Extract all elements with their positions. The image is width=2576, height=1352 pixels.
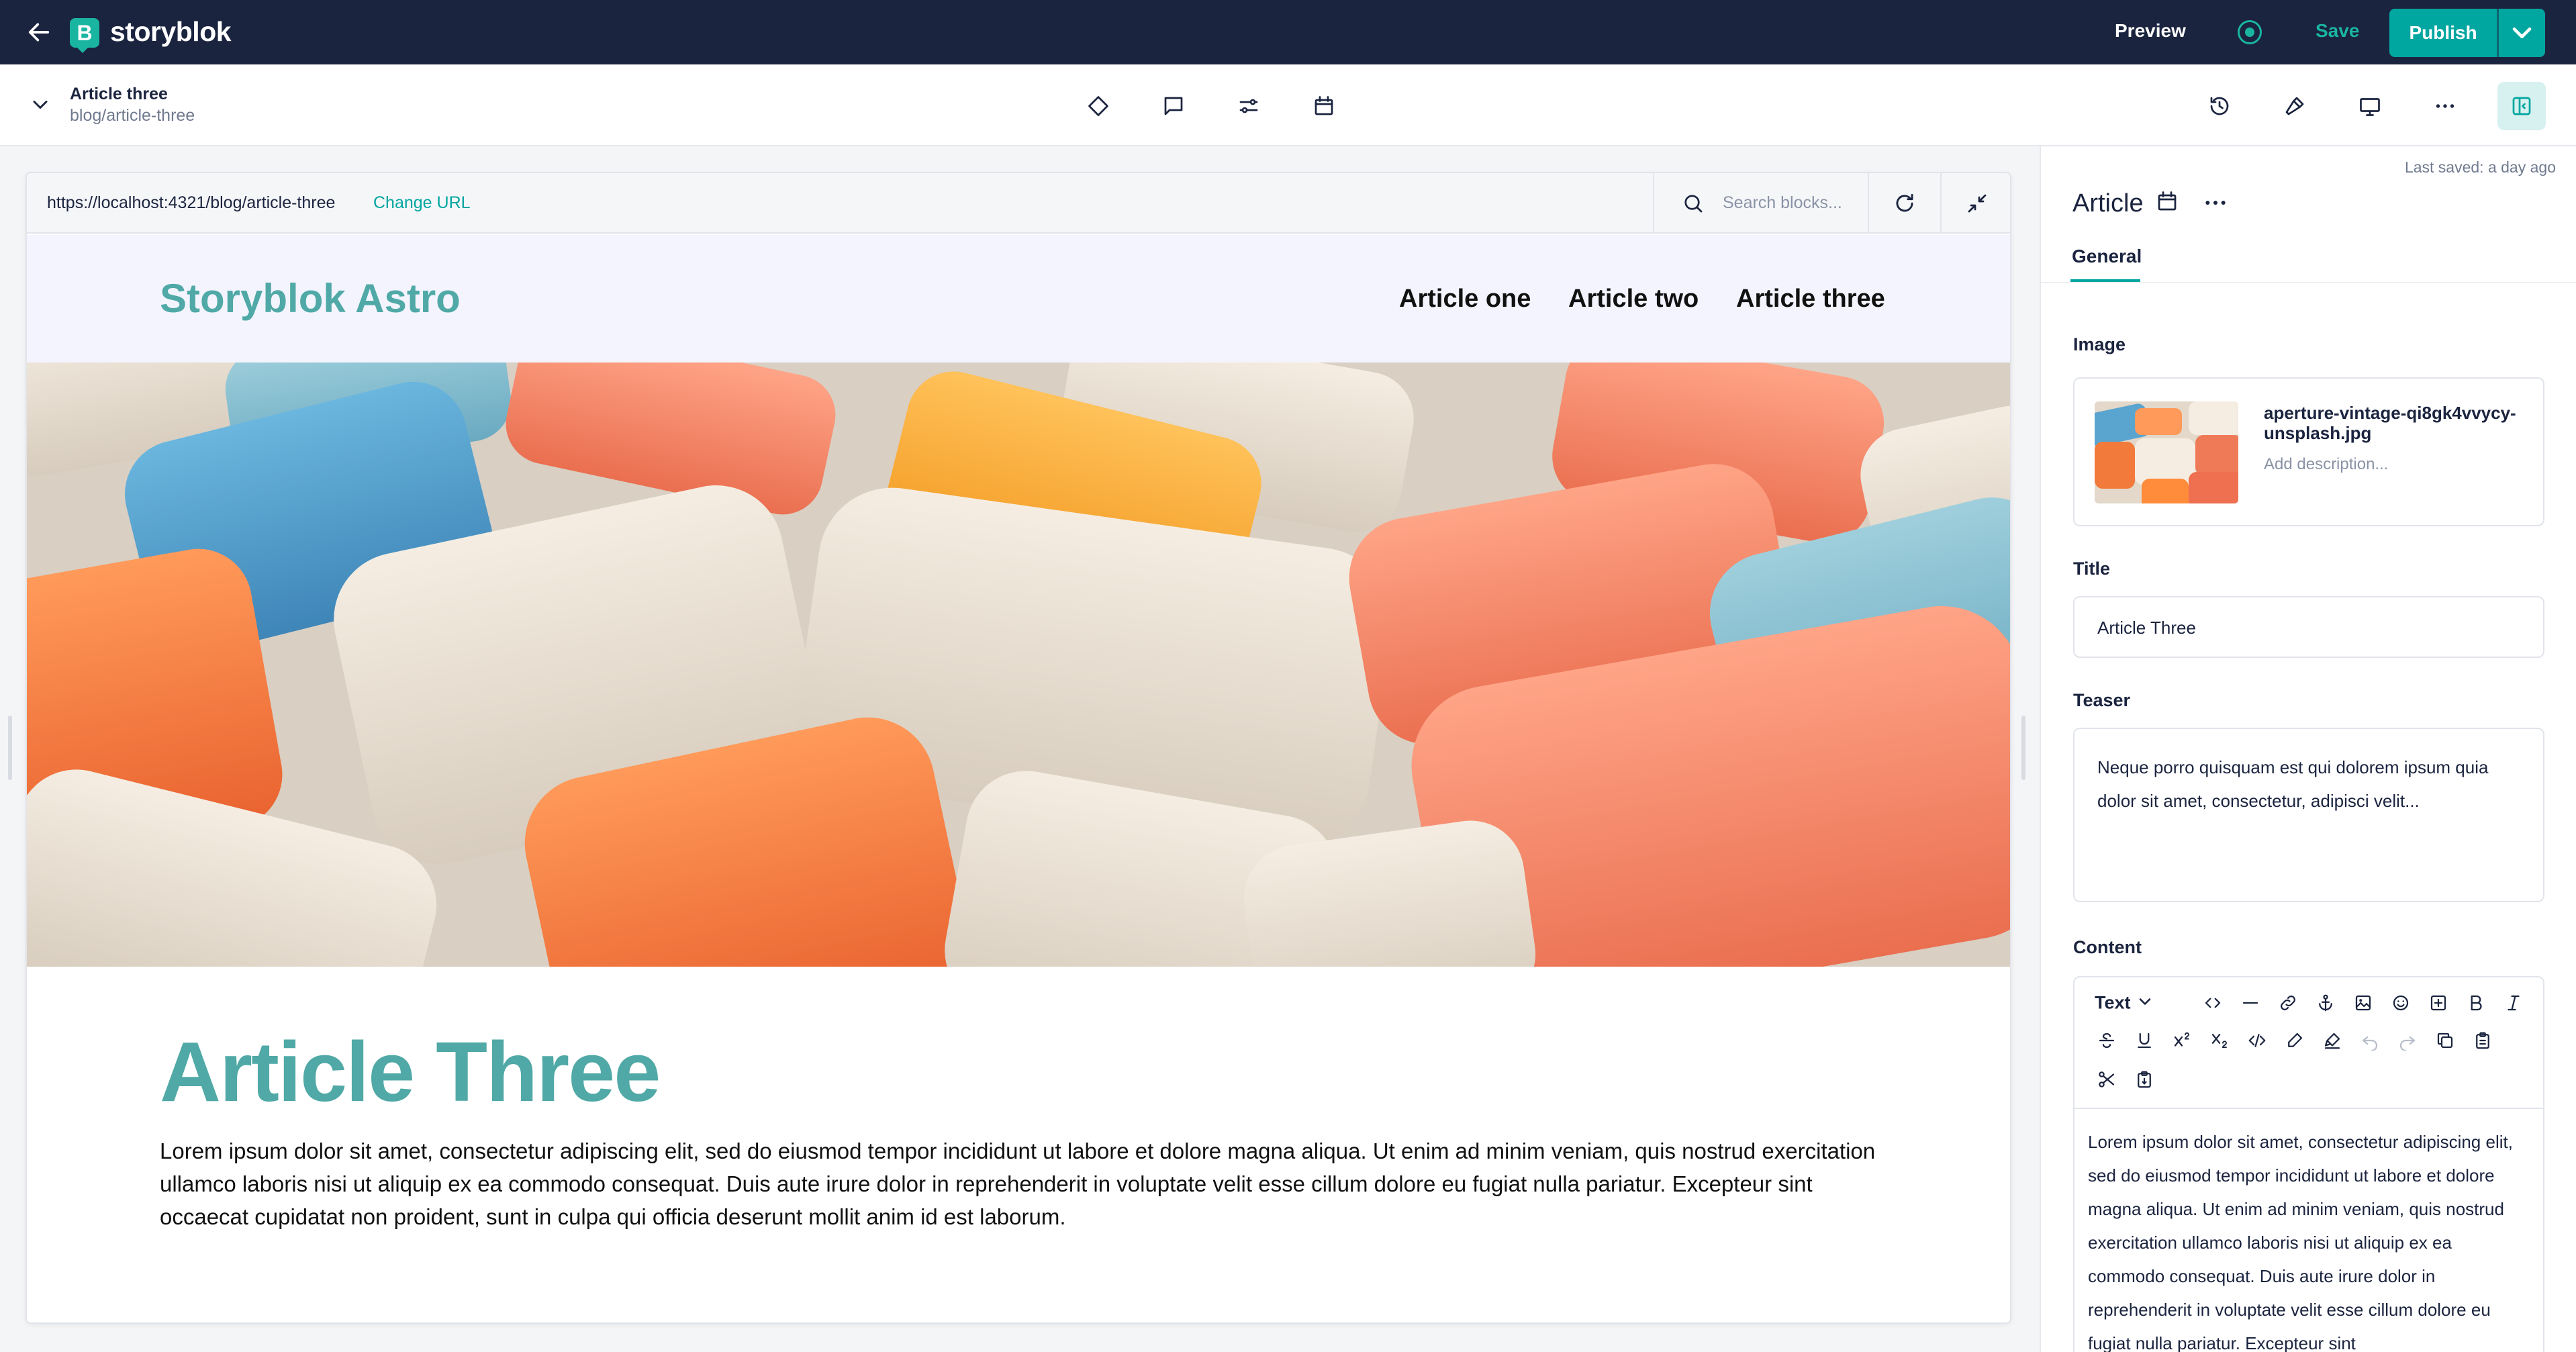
hero-image [27, 363, 2010, 967]
content-editor-panel: Last saved: a day ago Article General Im… [2040, 146, 2576, 1352]
change-url-link[interactable]: Change URL [373, 193, 471, 213]
image-asset-card[interactable]: aperture-vintage-qi8gk4vvycy-unsplash.jp… [2073, 377, 2544, 526]
underline-icon[interactable] [2132, 1028, 2156, 1053]
article-body: Lorem ipsum dolor sit amet, consectetur … [160, 1139, 1876, 1229]
schedule-calendar-icon[interactable] [2155, 189, 2179, 213]
text-style-dropdown[interactable]: Text [2095, 992, 2154, 1016]
tab-general[interactable]: General [2072, 246, 2142, 267]
italic-icon[interactable] [2501, 991, 2526, 1015]
comment-icon[interactable] [1157, 90, 1190, 122]
color-pen-icon[interactable] [2283, 1028, 2307, 1053]
title-field-label: Title [2073, 559, 2111, 579]
richtext-content[interactable]: Lorem ipsum dolor sit amet, consectetur … [2088, 1125, 2531, 1352]
code-block-icon[interactable] [2201, 991, 2225, 1015]
chevron-down-icon [2136, 992, 2154, 1016]
search-icon [1681, 191, 1705, 215]
search-blocks-field[interactable]: Search blocks... [1653, 173, 1868, 234]
undo-icon[interactable] [2358, 1028, 2382, 1053]
paste-plain-icon[interactable] [2132, 1067, 2156, 1092]
nav-article-one[interactable]: Article one [1399, 285, 1531, 313]
richtext-toolbar: Text [2074, 977, 2543, 1109]
paste-icon[interactable] [2471, 1028, 2495, 1053]
text-style-label: Text [2095, 992, 2131, 1013]
publish-options-chevron-icon[interactable] [2499, 9, 2545, 57]
site-header: Storyblok Astro Article one Article two … [27, 235, 2010, 363]
search-blocks-placeholder: Search blocks... [1723, 193, 1842, 212]
content-field-label: Content [2073, 937, 2142, 957]
anchor-icon[interactable] [2313, 991, 2338, 1015]
resize-handle-left[interactable] [8, 716, 12, 780]
storyblok-logo-icon: B [70, 18, 99, 53]
image-field-label: Image [2073, 334, 2126, 354]
settings-sliders-icon[interactable] [1233, 90, 1265, 122]
teaser-field-label: Teaser [2073, 690, 2131, 710]
teaser-textarea[interactable]: Neque porro quisquam est qui dolorem ips… [2073, 728, 2544, 902]
tab-divider [2041, 282, 2576, 283]
strikethrough-icon[interactable] [2095, 1028, 2119, 1053]
article-title: Article Three [160, 1024, 661, 1119]
back-arrow-icon[interactable] [26, 19, 52, 46]
highlight-icon[interactable] [2320, 1028, 2344, 1053]
desktop-icon[interactable] [2354, 90, 2386, 122]
brand-name: storyblok [110, 16, 232, 47]
emoji-icon[interactable] [2389, 991, 2413, 1015]
horizontal-rule-icon[interactable] [2238, 991, 2262, 1015]
title-input[interactable]: Article Three [2073, 596, 2544, 658]
image-thumbnail [2095, 401, 2238, 503]
resize-handle-right[interactable] [2021, 716, 2025, 780]
save-button[interactable]: Save [2316, 20, 2359, 42]
visual-preview: https://localhost:4321/blog/article-thre… [26, 172, 2011, 1324]
richtext-editor: Text Lorem ipsum dolor sit amet, consect… [2073, 976, 2544, 1352]
image-icon[interactable] [2351, 991, 2375, 1015]
chevron-down-icon[interactable] [28, 93, 52, 117]
top-bar: B storyblok Preview Save Publish [0, 0, 2576, 64]
hammer-icon[interactable] [2279, 90, 2311, 122]
story-title: Article three [70, 85, 168, 103]
subscript-icon[interactable] [2207, 1028, 2232, 1053]
collapse-preview-icon[interactable] [1940, 173, 2010, 234]
toggle-panel-icon[interactable] [2497, 82, 2546, 130]
component-name: Article [2072, 189, 2144, 218]
cut-icon[interactable] [2095, 1067, 2119, 1092]
publish-button[interactable]: Publish [2389, 9, 2497, 57]
insert-block-icon[interactable] [2426, 991, 2450, 1015]
publish-button-group: Publish [2389, 9, 2545, 57]
nav-article-three[interactable]: Article three [1736, 285, 1885, 313]
superscript-icon[interactable] [2170, 1028, 2194, 1053]
calendar-icon[interactable] [1308, 90, 1340, 122]
story-header: Article three blog/article-three [0, 64, 2576, 146]
tag-icon[interactable] [1082, 90, 1114, 122]
site-logo[interactable]: Storyblok Astro [160, 275, 461, 322]
preview-url: https://localhost:4321/blog/article-thre… [47, 193, 336, 212]
preview-url-bar: https://localhost:4321/blog/article-thre… [27, 173, 2010, 234]
nav-article-two[interactable]: Article two [1568, 285, 1699, 313]
more-options-icon[interactable] [2429, 90, 2461, 122]
image-filename: aperture-vintage-qi8gk4vvycy-unsplash.jp… [2264, 403, 2516, 443]
preview-button[interactable]: Preview [2115, 20, 2186, 42]
last-saved-text: Last saved: a day ago [2404, 158, 2556, 176]
redo-icon[interactable] [2395, 1028, 2420, 1053]
inline-code-icon[interactable] [2245, 1028, 2269, 1053]
image-description-input[interactable]: Add description... [2264, 455, 2388, 474]
bold-icon[interactable] [2464, 991, 2488, 1015]
live-status-icon[interactable] [2238, 20, 2262, 44]
component-more-icon[interactable] [2202, 189, 2229, 216]
reload-icon[interactable] [1868, 173, 1940, 234]
story-slug: blog/article-three [70, 106, 195, 125]
link-icon[interactable] [2276, 991, 2300, 1015]
history-icon[interactable] [2203, 90, 2236, 122]
copy-icon[interactable] [2433, 1028, 2457, 1053]
